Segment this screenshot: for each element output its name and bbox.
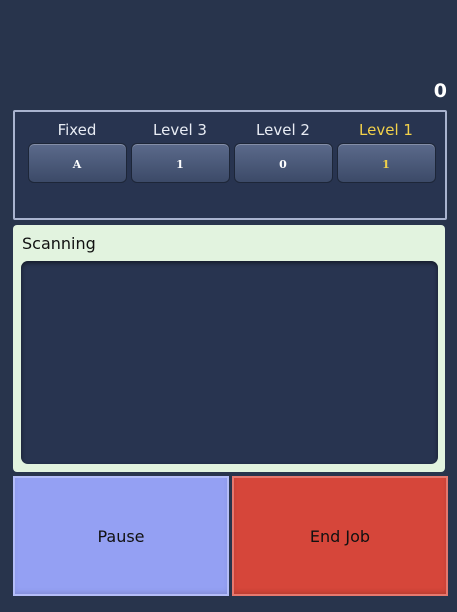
level-button-level-3[interactable]: 1 [130,143,230,183]
level-col-level-1: Level 1 1 [334,112,438,183]
level-label-level-1: Level 1 [359,121,413,139]
end-job-button[interactable]: End Job [232,476,448,596]
level-button-fixed[interactable]: A [27,143,127,183]
level-col-level-3: Level 3 1 [128,112,232,183]
level-label-level-2: Level 2 [256,121,310,139]
level-button-level-1[interactable]: 1 [336,143,436,183]
scan-preview-area [21,261,438,464]
scanning-label: Scanning [22,234,96,253]
scan-count: 0 [433,80,447,102]
level-col-level-2: Level 2 0 [231,112,335,183]
level-counters-panel: Fixed A Level 3 1 Level 2 0 Level 1 1 [13,110,447,220]
level-label-level-3: Level 3 [153,121,207,139]
pause-button[interactable]: Pause [13,476,229,596]
level-col-fixed: Fixed A [25,112,129,183]
action-button-row: Pause End Job [13,476,448,596]
scanning-panel: Scanning [13,225,445,472]
level-button-level-2[interactable]: 0 [233,143,333,183]
level-label-fixed: Fixed [57,121,97,139]
